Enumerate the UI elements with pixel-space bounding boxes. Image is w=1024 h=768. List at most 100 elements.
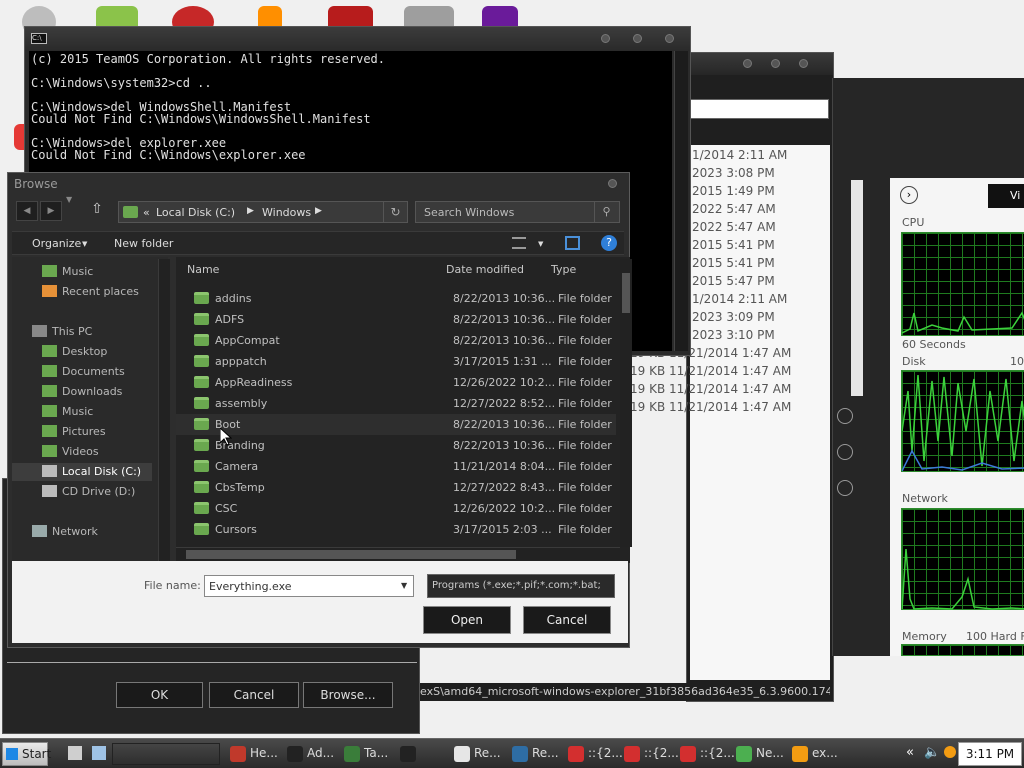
taskbar-button[interactable]: ::{2... bbox=[622, 742, 679, 766]
taskbar-button[interactable]: ::{2... bbox=[678, 742, 735, 766]
explorer-quicklaunch-icon[interactable] bbox=[92, 746, 106, 760]
search-input[interactable]: Search Windows ⚲ bbox=[415, 201, 620, 223]
open-button[interactable]: Open bbox=[423, 606, 511, 634]
file-row[interactable]: AppReadiness 12/26/2022 10:2... File folde… bbox=[176, 372, 616, 393]
expand-chevron-icon[interactable] bbox=[837, 480, 853, 496]
explorer-row[interactable]: 2023 3:08 PM bbox=[692, 166, 775, 184]
file-row[interactable]: assembly 12/27/2022 8:52... File folder bbox=[176, 393, 616, 414]
explorer-row[interactable]: 2015 5:41 PM bbox=[692, 256, 775, 274]
organize-menu[interactable]: Organize bbox=[32, 237, 81, 250]
nav-item-network[interactable]: Network bbox=[12, 523, 152, 541]
explorer-row[interactable]: 19 KB 11/21/2014 1:47 AM bbox=[630, 382, 791, 400]
column-header-date[interactable]: Date modified bbox=[446, 263, 524, 276]
file-type-filter[interactable]: Programs (*.exe;*.pif;*.com;*.bat; bbox=[427, 574, 615, 598]
explorer-row[interactable]: 2023 3:09 PM bbox=[692, 310, 775, 328]
explorer-row[interactable]: 2015 5:41 PM bbox=[692, 238, 775, 256]
ok-button[interactable]: OK bbox=[116, 682, 203, 708]
scroll-thumb[interactable] bbox=[622, 273, 630, 313]
explorer-row[interactable]: 2015 1:49 PM bbox=[692, 184, 775, 202]
nav-scrollbar[interactable] bbox=[158, 259, 170, 561]
new-folder-button[interactable]: New folder bbox=[114, 237, 173, 250]
nav-item-music[interactable]: Music bbox=[12, 263, 152, 281]
show-desktop-icon[interactable] bbox=[68, 746, 82, 760]
nav-item-local-disk-c[interactable]: Local Disk (C:) bbox=[12, 463, 152, 481]
cancel-button[interactable]: Cancel bbox=[209, 682, 299, 708]
start-button[interactable]: Start bbox=[2, 742, 51, 766]
expand-chevron-icon[interactable] bbox=[837, 444, 853, 460]
view-dropdown-icon[interactable]: ▼ bbox=[538, 240, 543, 248]
address-segment-windows[interactable]: Windows bbox=[262, 206, 311, 219]
taskbar-button[interactable]: ex... bbox=[790, 742, 844, 766]
volume-icon[interactable]: 🔈 bbox=[924, 745, 940, 760]
address-segment-local-disk[interactable]: Local Disk (C:) bbox=[156, 206, 235, 219]
view-button[interactable]: Vi bbox=[988, 184, 1024, 208]
taskbar-button[interactable] bbox=[398, 742, 452, 766]
run-input-field[interactable] bbox=[7, 649, 417, 663]
file-list-vertical-scrollbar[interactable] bbox=[620, 259, 632, 547]
help-icon[interactable]: ? bbox=[601, 235, 617, 251]
browse-button[interactable]: Browse... bbox=[303, 682, 393, 708]
file-name-input[interactable]: Everything.exe ▼ bbox=[204, 575, 414, 597]
notification-chevron-icon[interactable]: « bbox=[906, 745, 914, 760]
up-arrow-icon[interactable]: ⇧ bbox=[88, 201, 106, 221]
minimize-icon[interactable] bbox=[743, 59, 752, 68]
file-row[interactable]: Boot 8/22/2013 10:36... File folder bbox=[176, 414, 616, 435]
back-button[interactable]: ◀ bbox=[16, 201, 38, 221]
address-bar[interactable]: « Local Disk (C:) ▶ Windows ▶ ↻ bbox=[118, 201, 408, 223]
explorer-row[interactable]: 1/2014 2:11 AM bbox=[692, 292, 787, 310]
nav-item-cd-drive-d[interactable]: CD Drive (D:) bbox=[12, 483, 152, 501]
chevron-down-icon[interactable]: ▼ bbox=[401, 581, 407, 590]
nav-item-downloads[interactable]: Downloads bbox=[12, 383, 152, 401]
tray-search-icon[interactable] bbox=[944, 746, 956, 758]
expand-chevron-icon[interactable] bbox=[837, 408, 853, 424]
preview-pane-icon[interactable] bbox=[565, 236, 580, 250]
maximize-icon[interactable] bbox=[771, 59, 780, 68]
cancel-button[interactable]: Cancel bbox=[523, 606, 611, 634]
nav-forward-icon[interactable]: › bbox=[900, 186, 918, 204]
file-row[interactable]: Cursors 3/17/2015 2:03 ... File folder bbox=[176, 519, 616, 540]
taskbar-button[interactable]: Re... bbox=[510, 742, 564, 766]
clock[interactable]: 3:11 PM bbox=[958, 742, 1022, 766]
column-header-type[interactable]: Type bbox=[551, 263, 576, 276]
nav-item-desktop[interactable]: Desktop bbox=[12, 343, 152, 361]
minimize-icon[interactable] bbox=[601, 34, 610, 43]
explorer-row[interactable]: 1/2014 2:11 AM bbox=[692, 148, 787, 166]
taskbar-empty-slot[interactable] bbox=[112, 743, 220, 765]
taskbar-button[interactable]: Ta... bbox=[342, 742, 396, 766]
scroll-thumb[interactable] bbox=[186, 550, 516, 559]
explorer-row[interactable]: 19 KB 11/21/2014 1:47 AM bbox=[630, 364, 791, 382]
explorer-row[interactable]: 2023 3:10 PM bbox=[692, 328, 775, 346]
taskbar-button[interactable]: Ad... bbox=[285, 742, 339, 766]
file-row[interactable]: Camera 11/21/2014 8:04... File folder bbox=[176, 456, 616, 477]
explorer-row[interactable]: 2022 5:47 AM bbox=[692, 220, 776, 238]
explorer-row[interactable]: 2015 5:47 PM bbox=[692, 274, 775, 292]
nav-item-music[interactable]: Music bbox=[12, 403, 152, 421]
cmd-scrollbar[interactable] bbox=[674, 51, 688, 351]
file-list-horizontal-scrollbar[interactable] bbox=[176, 547, 620, 561]
breadcrumb-arrow-icon[interactable]: ▶ bbox=[247, 206, 254, 216]
explorer-row[interactable]: 19 KB 11/21/2014 1:47 AM bbox=[630, 400, 791, 418]
taskbar-button[interactable]: Ne... bbox=[734, 742, 788, 766]
taskbar-button[interactable]: ::{2... bbox=[566, 742, 623, 766]
column-header-name[interactable]: Name bbox=[187, 263, 219, 276]
file-row[interactable]: Branding 8/22/2013 10:36... File folder bbox=[176, 435, 616, 456]
organize-dropdown-icon[interactable]: ▼ bbox=[82, 240, 87, 248]
view-options-icon[interactable] bbox=[512, 237, 526, 249]
explorer-address-bar[interactable] bbox=[689, 99, 829, 119]
file-row[interactable]: addins 8/22/2013 10:36... File folder bbox=[176, 288, 616, 309]
file-row[interactable]: apppatch 3/17/2015 1:31 ... File folder bbox=[176, 351, 616, 372]
nav-item-recent-places[interactable]: Recent places bbox=[12, 283, 152, 301]
address-root-chevron[interactable]: « bbox=[143, 206, 150, 219]
explorer-row[interactable]: 2022 5:47 AM bbox=[692, 202, 776, 220]
close-icon[interactable] bbox=[608, 179, 617, 188]
search-icon[interactable]: ⚲ bbox=[594, 202, 618, 222]
nav-item-documents[interactable]: Documents bbox=[12, 363, 152, 381]
nav-item-this-pc[interactable]: This PC bbox=[12, 323, 152, 341]
file-row[interactable]: ADFS 8/22/2013 10:36... File folder bbox=[176, 309, 616, 330]
close-icon[interactable] bbox=[799, 59, 808, 68]
close-icon[interactable] bbox=[665, 34, 674, 43]
taskbar-button[interactable]: He... bbox=[228, 742, 282, 766]
refresh-icon[interactable]: ↻ bbox=[383, 202, 407, 222]
task-manager-scrollbar[interactable] bbox=[851, 180, 863, 396]
nav-item-pictures[interactable]: Pictures bbox=[12, 423, 152, 441]
